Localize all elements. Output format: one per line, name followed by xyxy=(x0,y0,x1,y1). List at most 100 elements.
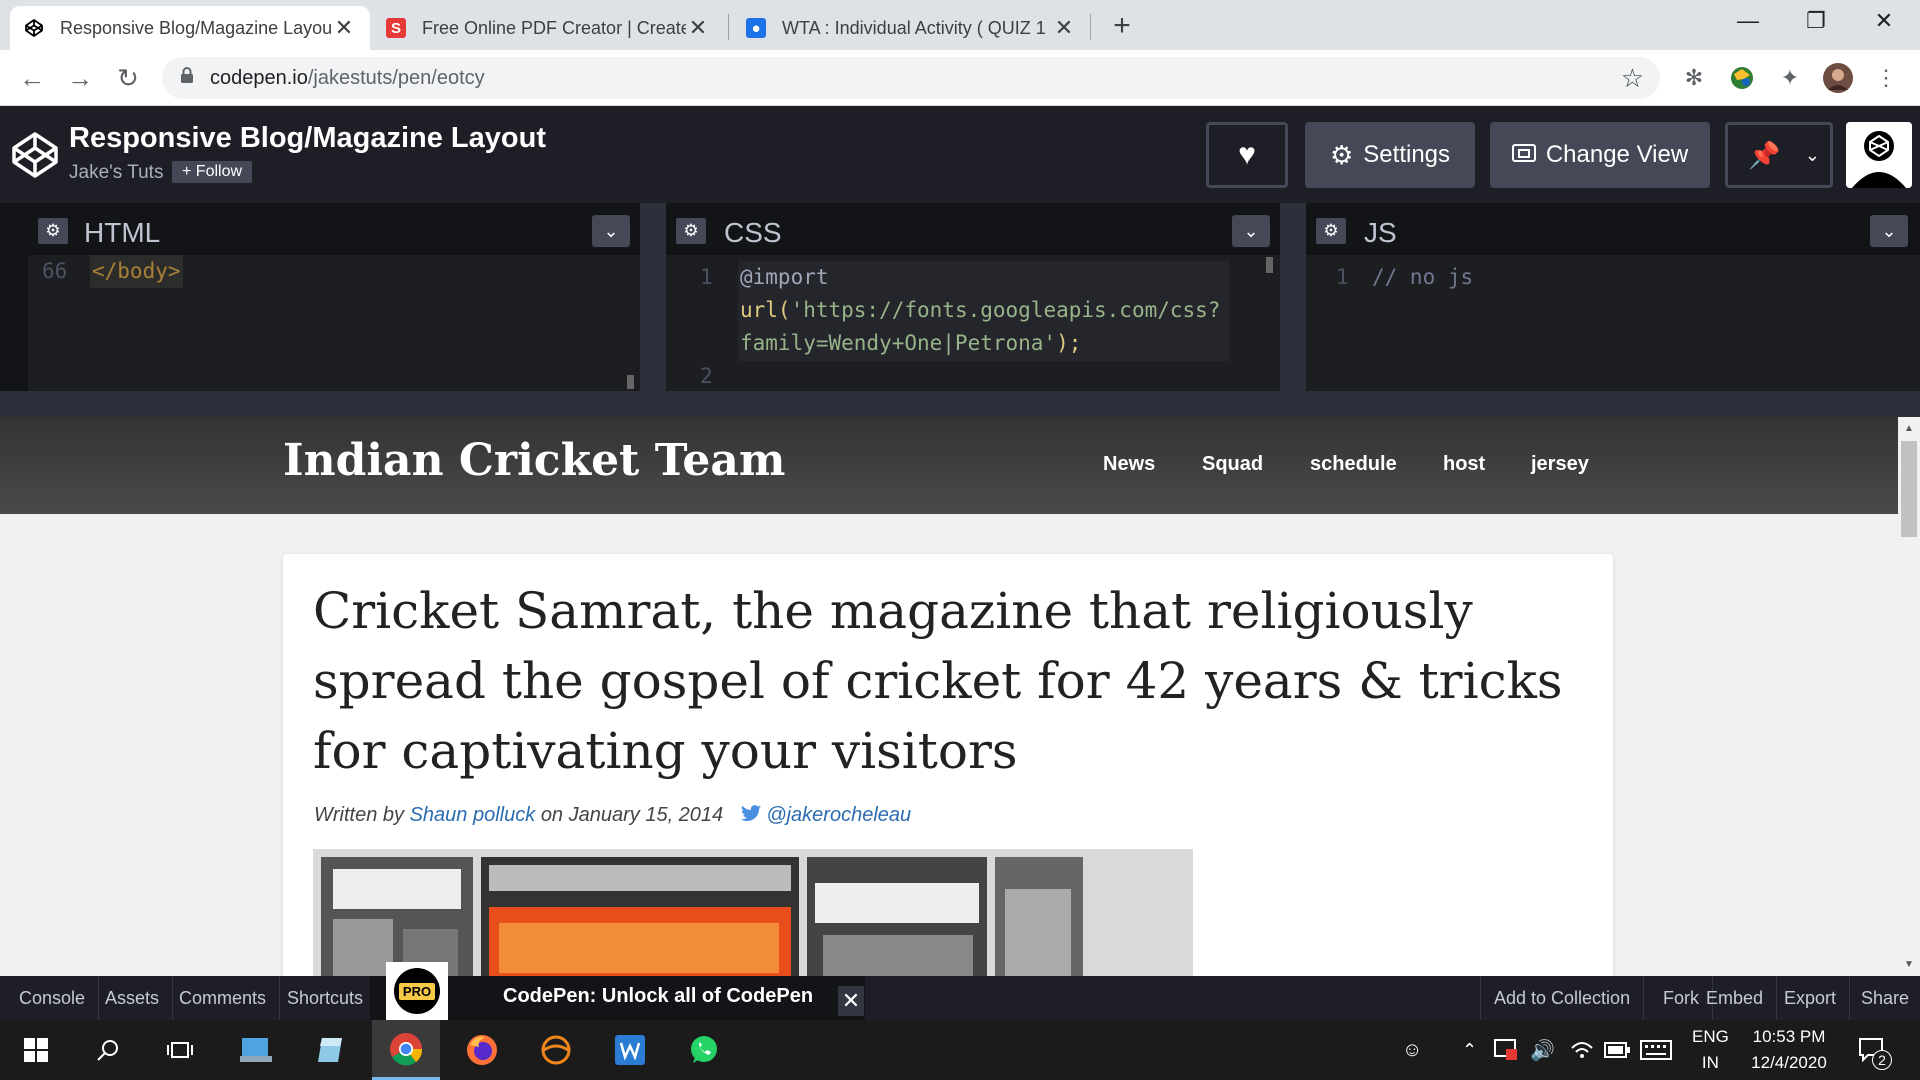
js-editor-pane[interactable]: ⚙ JS ⌄ 1 // no js xyxy=(1306,203,1920,391)
change-view-button[interactable]: Change View xyxy=(1490,122,1710,188)
html-scrollbar-thumb[interactable] xyxy=(627,375,634,389)
browser-menu-icon[interactable]: ⋮ xyxy=(1870,62,1902,94)
notification-count-badge: 2 xyxy=(1872,1050,1892,1070)
tab-wta-quiz[interactable]: ● WTA : Individual Activity ( QUIZ 1 ✕ xyxy=(732,6,1090,50)
preview-resize-bar[interactable] xyxy=(0,391,1920,417)
whatsapp-taskbar-icon[interactable] xyxy=(670,1020,738,1080)
word-taskbar-icon[interactable] xyxy=(596,1020,664,1080)
nav-link-host[interactable]: host xyxy=(1443,453,1485,476)
extensions-puzzle-icon[interactable]: ✦ xyxy=(1774,62,1806,94)
like-heart-button[interactable]: ♥ xyxy=(1206,122,1288,188)
css-url-line-cont[interactable]: family=Wendy+One|Petrona'); xyxy=(740,327,1081,360)
browser-toolbar: ← → ↻ codepen.io/jakestuts/pen/eotcy ☆ ✻… xyxy=(0,50,1920,106)
wifi-icon[interactable] xyxy=(1570,1020,1594,1080)
tab-close-icon[interactable]: ✕ xyxy=(332,15,356,41)
console-button[interactable]: Console xyxy=(6,976,100,1020)
notifications-icon[interactable]: 2 xyxy=(1858,1020,1892,1080)
windows-start-icon[interactable] xyxy=(2,1020,70,1080)
nav-link-squad[interactable]: Squad xyxy=(1202,453,1263,476)
embed-button[interactable]: Embed xyxy=(1693,976,1778,1020)
window-view-icon xyxy=(1511,141,1536,169)
new-tab-button[interactable]: + xyxy=(1104,8,1140,44)
html-code-line[interactable]: </body> xyxy=(90,255,183,288)
codepen-logo-icon[interactable] xyxy=(10,130,60,180)
firefox-taskbar-icon[interactable] xyxy=(448,1020,516,1080)
keyboard-icon[interactable] xyxy=(1640,1020,1672,1080)
html-editor-pane[interactable]: ⚙ HTML ⌄ 66 </body> xyxy=(0,203,640,391)
chevron-down-icon[interactable]: ⌄ xyxy=(1805,145,1820,166)
follow-button[interactable]: + Follow xyxy=(172,161,253,183)
people-icon[interactable]: ☺ xyxy=(1402,1020,1422,1080)
scroll-down-icon[interactable]: ▼ xyxy=(1904,959,1914,970)
notes-app-icon[interactable] xyxy=(296,1020,364,1080)
preview-scrollbar[interactable]: ▲ ▼ xyxy=(1898,417,1920,976)
nav-link-schedule[interactable]: schedule xyxy=(1310,453,1397,476)
search-icon[interactable] xyxy=(74,1020,142,1080)
pane-resizer[interactable] xyxy=(1280,203,1306,391)
nav-link-jersey[interactable]: jersey xyxy=(1531,453,1589,476)
pro-promo-banner[interactable]: PRO CodePen: Unlock all of CodePen ✕ xyxy=(370,962,865,1020)
add-to-collection-button[interactable]: Add to Collection xyxy=(1480,976,1645,1020)
restore-icon[interactable]: ❐ xyxy=(1782,0,1850,42)
computer-app-icon[interactable] xyxy=(222,1020,290,1080)
scrollbar-thumb[interactable] xyxy=(1901,441,1917,537)
task-view-icon[interactable] xyxy=(146,1020,214,1080)
tab-pdf-creator[interactable]: S Free Online PDF Creator | Create ✕ xyxy=(372,6,724,50)
address-bar[interactable]: codepen.io/jakestuts/pen/eotcy ☆ xyxy=(162,57,1660,99)
editor-panes: ⚙ HTML ⌄ 66 </body> ⚙ CSS ⌄ 1 @import ur… xyxy=(0,203,1920,391)
tab-close-icon[interactable]: ✕ xyxy=(686,15,710,41)
css-settings-gear-icon[interactable]: ⚙ xyxy=(676,218,706,244)
lang-top: ENG xyxy=(1692,1027,1729,1046)
css-at-import[interactable]: @import xyxy=(740,261,829,294)
tray-chevron-up-icon[interactable]: ⌃ xyxy=(1462,1020,1477,1080)
css-url-line[interactable]: url('https://fonts.googleapis.com/css? xyxy=(740,294,1220,327)
pin-icon: 📌 xyxy=(1748,139,1781,170)
antivirus-tray-icon[interactable] xyxy=(1494,1020,1518,1080)
twitter-bird-icon xyxy=(740,804,767,826)
close-window-icon[interactable]: ✕ xyxy=(1850,0,1918,42)
forward-icon[interactable]: → xyxy=(60,58,100,98)
settings-button[interactable]: ⚙ Settings xyxy=(1305,122,1475,188)
nav-link-news[interactable]: News xyxy=(1103,453,1155,476)
pen-author[interactable]: Jake's Tuts xyxy=(69,162,163,184)
shortcuts-button[interactable]: Shortcuts xyxy=(274,976,378,1020)
pen-title[interactable]: Responsive Blog/Magazine Layout xyxy=(69,122,546,155)
site-name[interactable]: Indian Cricket Team xyxy=(283,435,785,486)
bug-extension-icon[interactable]: ✻ xyxy=(1678,62,1710,94)
html-pane-chevron-down-icon[interactable]: ⌄ xyxy=(592,215,630,247)
export-button[interactable]: Export xyxy=(1771,976,1851,1020)
byline-twitter-handle[interactable]: @jakerocheleau xyxy=(766,804,911,826)
css-scrollbar-thumb[interactable] xyxy=(1266,257,1273,273)
language-indicator[interactable]: ENG IN xyxy=(1692,1020,1729,1080)
user-avatar[interactable] xyxy=(1846,122,1912,188)
comments-button[interactable]: Comments xyxy=(166,976,281,1020)
back-icon[interactable]: ← xyxy=(12,58,52,98)
promo-close-icon[interactable]: ✕ xyxy=(838,986,864,1016)
tab-close-icon[interactable]: ✕ xyxy=(1052,15,1076,41)
globe-extension-icon[interactable] xyxy=(1726,62,1758,94)
js-pane-chevron-down-icon[interactable]: ⌄ xyxy=(1870,215,1908,247)
url-host: codepen.io xyxy=(210,66,308,89)
js-settings-gear-icon[interactable]: ⚙ xyxy=(1316,218,1346,244)
byline-author-link[interactable]: Shaun polluck xyxy=(410,804,536,826)
assets-button[interactable]: Assets xyxy=(92,976,174,1020)
pane-resizer[interactable] xyxy=(640,203,666,391)
html-settings-gear-icon[interactable]: ⚙ xyxy=(38,218,68,244)
pdf-favicon-icon: S xyxy=(386,18,406,38)
tab-codepen[interactable]: Responsive Blog/Magazine Layou ✕ xyxy=(10,6,370,50)
profile-avatar[interactable] xyxy=(1822,62,1854,94)
battery-icon[interactable] xyxy=(1604,1020,1630,1080)
volume-icon[interactable]: 🔊 xyxy=(1530,1020,1555,1080)
chrome-taskbar-icon[interactable] xyxy=(372,1020,440,1080)
css-editor-pane[interactable]: ⚙ CSS ⌄ 1 @import url('https://fonts.goo… xyxy=(666,203,1280,391)
minimize-icon[interactable]: — xyxy=(1714,0,1782,42)
css-pane-chevron-down-icon[interactable]: ⌄ xyxy=(1232,215,1270,247)
scroll-up-icon[interactable]: ▲ xyxy=(1904,423,1914,434)
clock[interactable]: 10:53 PM 12/4/2020 xyxy=(1746,1020,1832,1080)
share-button[interactable]: Share xyxy=(1848,976,1920,1020)
eclipse-taskbar-icon[interactable] xyxy=(522,1020,590,1080)
js-code-line[interactable]: // no js xyxy=(1372,261,1473,294)
reload-icon[interactable]: ↻ xyxy=(108,58,148,98)
pin-button[interactable]: 📌 ⌄ xyxy=(1725,122,1833,188)
bookmark-star-icon[interactable]: ☆ xyxy=(1621,63,1644,94)
